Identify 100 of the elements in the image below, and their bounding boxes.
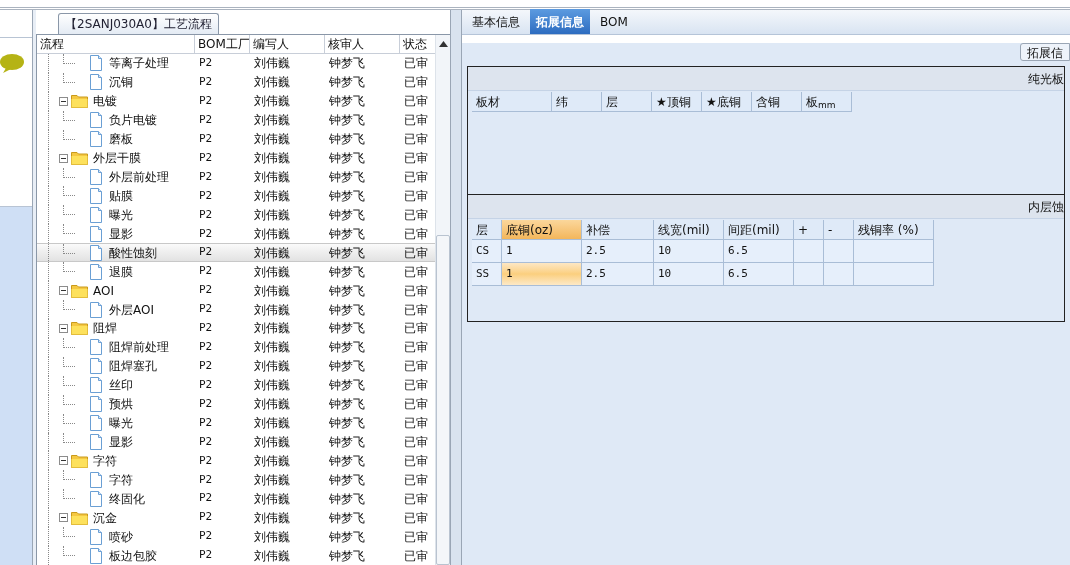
- table-cell[interactable]: 10: [654, 240, 724, 263]
- collapse-icon[interactable]: [59, 153, 68, 163]
- tree-row[interactable]: 阻焊 P2 刘伟巍 钟梦飞 已审: [37, 319, 435, 338]
- table-cell-text: 刘伟巍: [253, 55, 291, 73]
- column-header[interactable]: 层: [602, 92, 652, 112]
- tree-row[interactable]: 酸性蚀刻 P2 刘伟巍 钟梦飞 已审: [37, 243, 435, 263]
- tree-row[interactable]: 沉铜 P2 刘伟巍 钟梦飞 已审: [37, 72, 435, 92]
- table-cell-text: 刘伟巍: [253, 415, 291, 433]
- table-cell[interactable]: [854, 263, 934, 286]
- column-header[interactable]: 底铜(oz): [502, 220, 582, 240]
- column-header[interactable]: -: [824, 220, 854, 240]
- tree-row[interactable]: 磨板 P2 刘伟巍 钟梦飞 已审: [37, 129, 435, 149]
- table-cell[interactable]: [824, 240, 854, 263]
- document-icon: [89, 396, 103, 413]
- table-cell[interactable]: 2.5: [582, 263, 654, 286]
- column-header[interactable]: 板材: [472, 92, 552, 112]
- column-header[interactable]: 编写人: [250, 35, 325, 53]
- table-cell-text: 刘伟巍: [253, 490, 291, 508]
- folder-icon: [71, 283, 88, 298]
- table-cell-text: 已审: [403, 187, 429, 205]
- tree-row[interactable]: 终固化 P2 刘伟巍 钟梦飞 已审: [37, 489, 435, 509]
- tree-row[interactable]: 曝光 P2 刘伟巍 钟梦飞 已审: [37, 413, 435, 433]
- tab[interactable]: 拓展信息: [530, 9, 590, 34]
- tree-row[interactable]: 显影 P2 刘伟巍 钟梦飞 已审: [37, 432, 435, 452]
- tree-row[interactable]: 阻焊塞孔 P2 刘伟巍 钟梦飞 已审: [37, 356, 435, 376]
- table-cell-text: 已审: [403, 112, 429, 130]
- column-header[interactable]: 补偿: [582, 220, 654, 240]
- table-cell[interactable]: CS: [472, 240, 502, 263]
- tree-row[interactable]: 退膜 P2 刘伟巍 钟梦飞 已审: [37, 262, 435, 282]
- table-cell-text: 已审: [403, 452, 429, 470]
- collapse-icon[interactable]: [59, 456, 68, 466]
- column-header[interactable]: ★顶铜: [652, 92, 702, 112]
- tree-row[interactable]: 外层前处理 P2 刘伟巍 钟梦飞 已审: [37, 167, 435, 187]
- document-icon: [89, 415, 103, 432]
- column-header[interactable]: 纬: [552, 92, 602, 112]
- tree-row[interactable]: AOI P2 刘伟巍 钟梦飞 已审: [37, 281, 435, 301]
- column-header[interactable]: +: [794, 220, 824, 240]
- table-cell-text: 刘伟巍: [253, 150, 291, 168]
- table-cell-text: 钟梦飞: [328, 55, 366, 73]
- document-icon: [89, 471, 103, 488]
- collapse-icon[interactable]: [59, 286, 68, 296]
- table-cell-text: 刘伟巍: [253, 131, 291, 149]
- scroll-thumb[interactable]: [436, 235, 450, 565]
- tab[interactable]: BOM: [594, 9, 634, 34]
- table-cell[interactable]: 6.5: [724, 263, 794, 286]
- table-cell-text: 钟梦飞: [328, 377, 366, 395]
- table-cell[interactable]: [794, 240, 824, 263]
- speech-bubble-icon[interactable]: [0, 54, 24, 74]
- column-header[interactable]: 层: [472, 220, 502, 240]
- tree-row[interactable]: 板边包胶 P2 刘伟巍 钟梦飞 已审: [37, 546, 435, 565]
- tree-row[interactable]: 外层AOI P2 刘伟巍 钟梦飞 已审: [37, 300, 435, 319]
- tree-row[interactable]: 沉金 P2 刘伟巍 钟梦飞 已审: [37, 508, 435, 528]
- tree-row[interactable]: 等离子处理 P2 刘伟巍 钟梦飞 已审: [37, 54, 435, 73]
- table-cell[interactable]: [824, 263, 854, 286]
- scrollbar[interactable]: [435, 35, 450, 565]
- collapse-icon[interactable]: [59, 323, 68, 333]
- column-header[interactable]: 核审人: [325, 35, 400, 53]
- column-header[interactable]: ★底铜: [702, 92, 752, 112]
- tree-label: 外层干膜: [93, 150, 141, 168]
- scroll-up-icon[interactable]: [438, 41, 448, 47]
- table-cell[interactable]: 1: [502, 240, 582, 263]
- collapse-icon[interactable]: [59, 96, 68, 106]
- column-header[interactable]: BOM工厂: [195, 35, 250, 53]
- folder-icon: [71, 151, 88, 166]
- table-cell-text: 刘伟巍: [253, 93, 291, 111]
- table-cell[interactable]: 1: [502, 263, 582, 286]
- table-cell-text: 刘伟巍: [253, 396, 291, 414]
- column-header[interactable]: 流程: [37, 35, 195, 53]
- collapse-icon[interactable]: [59, 513, 68, 523]
- table-cell[interactable]: [794, 263, 824, 286]
- tree-row[interactable]: 电镀 P2 刘伟巍 钟梦飞 已审: [37, 91, 435, 111]
- table-cell[interactable]: 10: [654, 263, 724, 286]
- tree-row[interactable]: 丝印 P2 刘伟巍 钟梦飞 已审: [37, 375, 435, 395]
- tree-row[interactable]: 曝光 P2 刘伟巍 钟梦飞 已审: [37, 205, 435, 225]
- tree-label: 退膜: [109, 263, 133, 281]
- table-cell-text: 已审: [403, 471, 429, 489]
- tree-row[interactable]: 贴膜 P2 刘伟巍 钟梦飞 已审: [37, 186, 435, 206]
- table-cell-text: 已审: [403, 206, 429, 224]
- tree-row[interactable]: 阻焊前处理 P2 刘伟巍 钟梦飞 已审: [37, 337, 435, 357]
- tree-row[interactable]: 喷砂 P2 刘伟巍 钟梦飞 已审: [37, 527, 435, 547]
- column-header[interactable]: 线宽(mil): [654, 220, 724, 240]
- tree-row[interactable]: 预烘 P2 刘伟巍 钟梦飞 已审: [37, 394, 435, 414]
- tree-label: 负片电镀: [109, 112, 157, 130]
- column-header[interactable]: 含铜: [752, 92, 802, 112]
- column-header[interactable]: 残铜率 (%): [854, 220, 934, 240]
- tree-row[interactable]: 外层干膜 P2 刘伟巍 钟梦飞 已审: [37, 148, 435, 168]
- tree-row[interactable]: 字符 P2 刘伟巍 钟梦飞 已审: [37, 451, 435, 471]
- table-cell-text: 已审: [403, 509, 429, 527]
- table-cell[interactable]: 2.5: [582, 240, 654, 263]
- tree-row[interactable]: 负片电镀 P2 刘伟巍 钟梦飞 已审: [37, 110, 435, 130]
- group-tab[interactable]: 拓展信: [1020, 43, 1070, 61]
- document-icon: [89, 490, 103, 507]
- column-header[interactable]: 间距(mil): [724, 220, 794, 240]
- table-cell[interactable]: 6.5: [724, 240, 794, 263]
- table-cell[interactable]: SS: [472, 263, 502, 286]
- table-cell-text: 钟梦飞: [328, 433, 366, 451]
- column-header[interactable]: 板$_{mm}$: [802, 92, 852, 112]
- tab[interactable]: 基本信息: [466, 9, 526, 34]
- tree-row[interactable]: 字符 P2 刘伟巍 钟梦飞 已审: [37, 470, 435, 490]
- table-cell[interactable]: [854, 240, 934, 263]
